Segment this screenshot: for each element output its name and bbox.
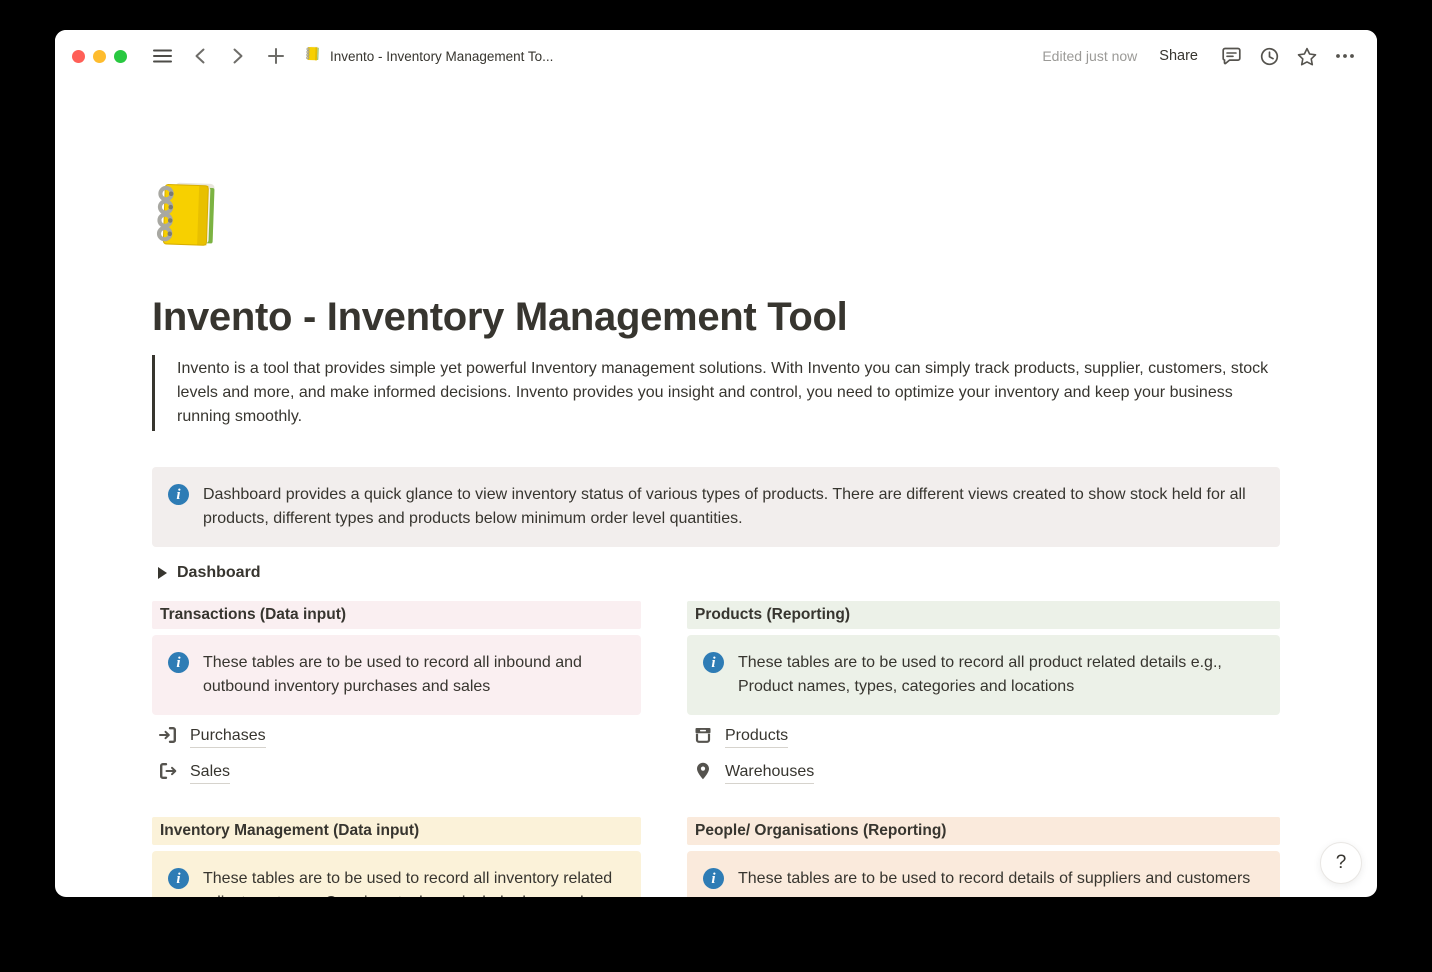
sidebar-menu-icon[interactable] bbox=[147, 41, 177, 71]
section-transactions: Transactions (Data input) i These tables… bbox=[152, 601, 641, 787]
share-button[interactable]: Share bbox=[1159, 48, 1198, 64]
info-icon: i bbox=[168, 868, 189, 889]
new-tab-plus-icon[interactable] bbox=[261, 41, 291, 71]
dashboard-toggle-label: Dashboard bbox=[177, 564, 261, 582]
section-products-links: Products Warehouses bbox=[687, 723, 1280, 787]
forward-icon[interactable] bbox=[223, 41, 253, 71]
zoom-window-button[interactable] bbox=[114, 50, 127, 63]
section-transactions-links: Purchases Sales bbox=[152, 723, 641, 787]
section-people-organisations-callout: i These tables are to be used to record … bbox=[687, 851, 1280, 897]
titlebar: Invento - Inventory Management To... Edi… bbox=[55, 30, 1377, 82]
more-options-icon[interactable] bbox=[1330, 41, 1360, 71]
link-products[interactable]: Products bbox=[687, 723, 788, 751]
section-inventory-management-callout: i These tables are to be used to record … bbox=[152, 851, 641, 897]
close-window-button[interactable] bbox=[72, 50, 85, 63]
notebook-emoji-icon bbox=[305, 45, 322, 67]
section-transactions-callout: i These tables are to be used to record … bbox=[152, 635, 641, 715]
export-icon bbox=[158, 761, 178, 786]
section-products-callout-text: These tables are to be used to record al… bbox=[738, 651, 1264, 699]
section-inventory-management-callout-text: These tables are to be used to record al… bbox=[203, 867, 625, 897]
traffic-lights bbox=[72, 50, 127, 63]
info-icon: i bbox=[168, 484, 189, 505]
location-pin-icon bbox=[693, 761, 713, 786]
favorite-star-icon[interactable] bbox=[1292, 41, 1322, 71]
page-notebook-emoji-icon[interactable] bbox=[152, 175, 230, 253]
minimize-window-button[interactable] bbox=[93, 50, 106, 63]
link-sales[interactable]: Sales bbox=[152, 759, 230, 787]
dashboard-callout: i Dashboard provides a quick glance to v… bbox=[152, 467, 1280, 547]
section-inventory-management: Inventory Management (Data input) i Thes… bbox=[152, 817, 641, 897]
info-icon: i bbox=[703, 868, 724, 889]
intro-quote: Invento is a tool that provides simple y… bbox=[152, 355, 1280, 431]
link-products-label: Products bbox=[725, 726, 788, 748]
comments-icon[interactable] bbox=[1216, 41, 1246, 71]
help-button[interactable]: ? bbox=[1320, 842, 1362, 884]
link-sales-label: Sales bbox=[190, 762, 230, 784]
section-people-organisations-header: People/ Organisations (Reporting) bbox=[687, 817, 1280, 845]
notion-app-window: Invento - Inventory Management To... Edi… bbox=[55, 30, 1377, 897]
page-content: Invento - Inventory Management Tool Inve… bbox=[55, 175, 1377, 897]
archive-box-icon bbox=[693, 725, 713, 750]
dashboard-callout-text: Dashboard provides a quick glance to vie… bbox=[203, 483, 1264, 531]
page-title: Invento - Inventory Management Tool bbox=[152, 293, 1280, 341]
info-icon: i bbox=[703, 652, 724, 673]
section-products-callout: i These tables are to be used to record … bbox=[687, 635, 1280, 715]
history-clock-icon[interactable] bbox=[1254, 41, 1284, 71]
back-icon[interactable] bbox=[185, 41, 215, 71]
section-products: Products (Reporting) i These tables are … bbox=[687, 601, 1280, 787]
toggle-triangle-icon bbox=[158, 567, 167, 579]
section-people-organisations: People/ Organisations (Reporting) i Thes… bbox=[687, 817, 1280, 897]
link-warehouses-label: Warehouses bbox=[725, 762, 814, 784]
dashboard-toggle[interactable]: Dashboard bbox=[152, 559, 265, 587]
section-transactions-callout-text: These tables are to be used to record al… bbox=[203, 651, 625, 699]
link-purchases-label: Purchases bbox=[190, 726, 266, 748]
info-icon: i bbox=[168, 652, 189, 673]
link-purchases[interactable]: Purchases bbox=[152, 723, 266, 751]
edited-status: Edited just now bbox=[1042, 48, 1137, 64]
import-icon bbox=[158, 725, 178, 750]
current-page-tab[interactable]: Invento - Inventory Management To... bbox=[305, 45, 553, 67]
section-people-organisations-callout-text: These tables are to be used to record de… bbox=[738, 867, 1250, 891]
link-warehouses[interactable]: Warehouses bbox=[687, 759, 814, 787]
section-inventory-management-header: Inventory Management (Data input) bbox=[152, 817, 641, 845]
sections-grid: Transactions (Data input) i These tables… bbox=[152, 601, 1280, 897]
titlebar-page-title: Invento - Inventory Management To... bbox=[330, 49, 553, 64]
section-products-header: Products (Reporting) bbox=[687, 601, 1280, 629]
section-transactions-header: Transactions (Data input) bbox=[152, 601, 641, 629]
